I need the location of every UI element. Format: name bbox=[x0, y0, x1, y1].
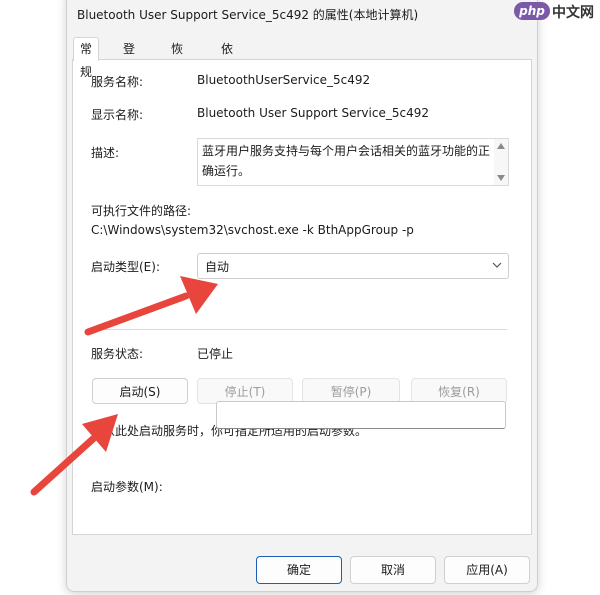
description-label: 描述: bbox=[91, 146, 120, 160]
exe-path-label: 可执行文件的路径: bbox=[91, 204, 192, 218]
window-title: Bluetooth User Support Service_5c492 的属性… bbox=[77, 8, 419, 22]
start-button[interactable]: 启动(S) bbox=[92, 378, 188, 404]
apply-button[interactable]: 应用(A) bbox=[444, 556, 530, 584]
description-box[interactable]: 蓝牙用户服务支持与每个用户会话相关的蓝牙功能的正确运行。 bbox=[197, 138, 509, 186]
site-watermark: php 中文网 bbox=[514, 0, 600, 24]
service-status-value: 已停止 bbox=[197, 347, 234, 361]
tab-dependencies[interactable]: 依存关系 bbox=[215, 39, 239, 119]
description-text: 蓝牙用户服务支持与每个用户会话相关的蓝牙功能的正确运行。 bbox=[202, 144, 491, 178]
service-name-label: 服务名称: bbox=[91, 75, 144, 89]
service-name-value: BluetoothUserService_5c492 bbox=[197, 73, 371, 87]
general-panel: 服务名称: BluetoothUserService_5c492 显示名称: B… bbox=[72, 59, 532, 535]
tab-logon[interactable]: 登录 bbox=[117, 39, 141, 77]
chevron-down-icon bbox=[492, 262, 502, 268]
startup-type-label: 启动类型(E): bbox=[91, 260, 160, 274]
php-logo: php bbox=[514, 2, 550, 20]
service-status-label: 服务状态: bbox=[91, 347, 144, 361]
tab-general[interactable]: 常规 bbox=[73, 37, 100, 79]
description-scrollbar[interactable] bbox=[494, 139, 508, 185]
divider bbox=[95, 329, 507, 330]
cancel-button[interactable]: 取消 bbox=[350, 556, 436, 584]
ok-button[interactable]: 确定 bbox=[256, 556, 342, 584]
watermark-text: 中文网 bbox=[552, 5, 594, 21]
start-params-input[interactable] bbox=[216, 401, 506, 429]
display-name-label: 显示名称: bbox=[91, 108, 144, 122]
scroll-down-icon[interactable] bbox=[497, 175, 505, 181]
title-bar[interactable]: Bluetooth User Support Service_5c492 的属性… bbox=[67, 0, 537, 36]
start-params-label: 启动参数(M): bbox=[91, 480, 163, 494]
service-properties-dialog: Bluetooth User Support Service_5c492 的属性… bbox=[66, 0, 538, 592]
startup-type-select[interactable]: 自动 bbox=[197, 253, 509, 279]
scroll-up-icon[interactable] bbox=[497, 143, 505, 149]
exe-path-value: C:\Windows\system32\svchost.exe -k BthAp… bbox=[91, 223, 414, 237]
display-name-value: Bluetooth User Support Service_5c492 bbox=[197, 106, 429, 120]
tab-recovery[interactable]: 恢复 bbox=[165, 39, 189, 77]
startup-type-value: 自动 bbox=[205, 260, 230, 274]
